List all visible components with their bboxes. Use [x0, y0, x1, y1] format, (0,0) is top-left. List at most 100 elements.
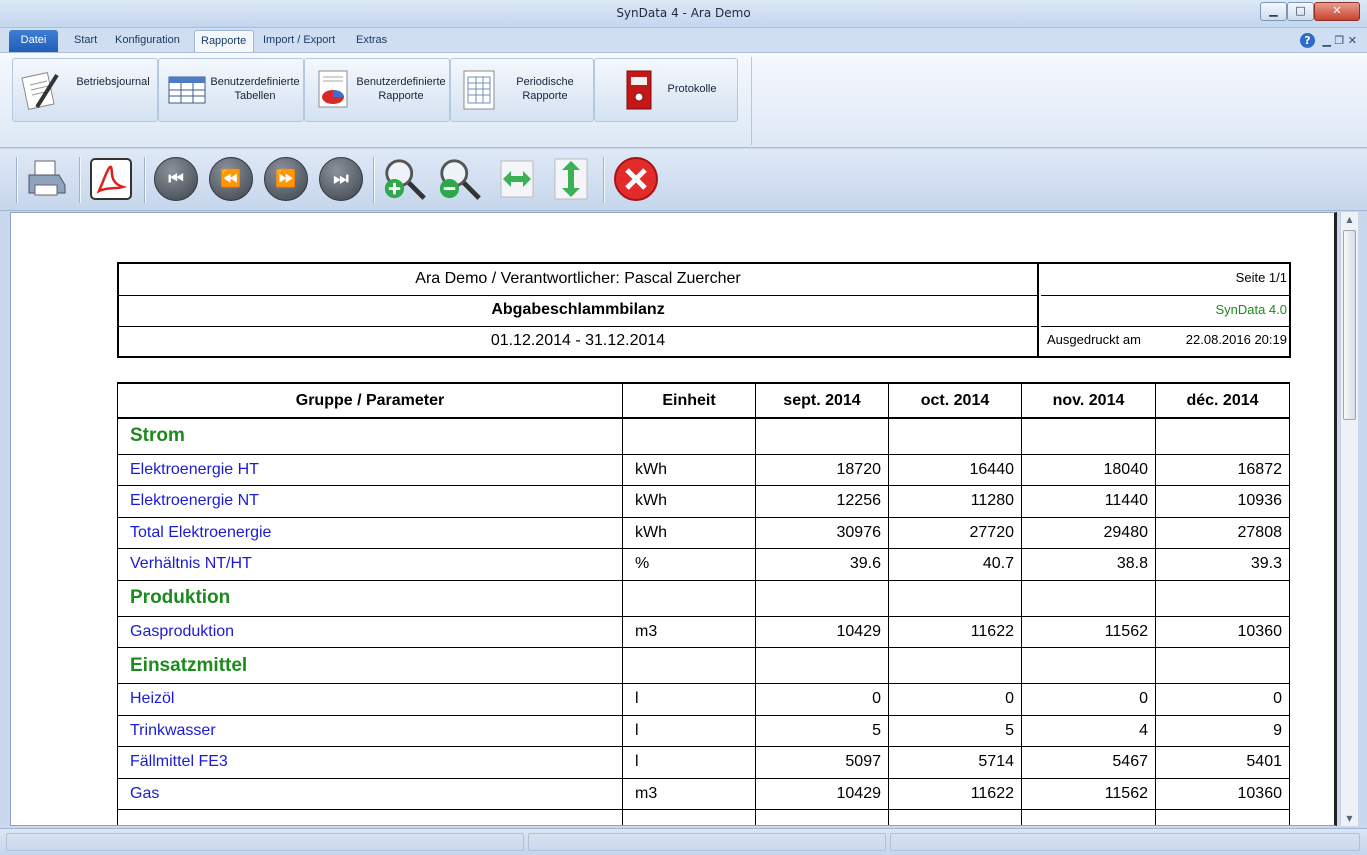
- unit-cell: kWh: [622, 516, 756, 549]
- unit-cell: kWh: [622, 485, 756, 518]
- first-page-icon: ⏮: [154, 157, 198, 201]
- minimize-button[interactable]: ▁: [1260, 2, 1287, 21]
- empty-cell: [1155, 417, 1290, 455]
- menu-window-controls: ? ▁ ❐ ✕: [1299, 33, 1357, 48]
- ribbon-button-periodische-rapporte[interactable]: Periodische Rapporte: [450, 58, 594, 122]
- scroll-down-icon[interactable]: ▼: [1344, 814, 1355, 823]
- empty-cell: [622, 809, 756, 825]
- tab-import-export[interactable]: Import / Export: [257, 30, 341, 52]
- zoom-out-icon: [439, 159, 481, 200]
- fit-height-icon: [554, 158, 588, 200]
- empty-cell: [622, 647, 756, 684]
- status-segment: [890, 833, 1360, 851]
- fit-width-icon: [500, 160, 534, 198]
- value-cell: 11622: [888, 777, 1022, 810]
- ribbon-button-protokolle[interactable]: Protokolle: [594, 58, 738, 122]
- parameter-name: Verhältnis NT/HT: [117, 548, 623, 581]
- group-row: Strom: [117, 417, 1290, 455]
- ribbon-button-benutzerdefinierte-rapporte[interactable]: Benutzerdefinierte Rapporte: [304, 58, 450, 122]
- scroll-up-icon[interactable]: ▲: [1344, 215, 1355, 224]
- tab-extras[interactable]: Extras: [350, 30, 393, 52]
- first-page-button[interactable]: ⏮: [153, 156, 199, 202]
- parameter-name: Trinkwasser: [117, 714, 623, 747]
- printer-icon: [28, 160, 66, 196]
- column-header: sept. 2014: [755, 382, 889, 419]
- parameter-name: Gas: [117, 777, 623, 810]
- value-cell: 5467: [1021, 746, 1156, 779]
- report-viewer[interactable]: Ara Demo / Verantwortlicher: Pascal Zuer…: [10, 212, 1337, 826]
- help-icon[interactable]: ?: [1299, 33, 1315, 48]
- empty-cell: [755, 809, 889, 825]
- empty-cell: [755, 417, 889, 455]
- previous-page-icon: ⏪: [209, 157, 253, 201]
- ribbon-button-betriebsjournal[interactable]: Betriebsjournal: [12, 58, 158, 122]
- title-bar: SynData 4 - Ara Demo ▁ □ ✕: [0, 0, 1367, 28]
- report-page: Seite 1/1: [1041, 264, 1289, 296]
- empty-cell: [888, 579, 1022, 617]
- tab-konfiguration[interactable]: Konfiguration: [109, 30, 186, 52]
- toolbar-separator: [603, 157, 605, 203]
- toolbar-separator: [79, 157, 81, 203]
- value-cell: 5401: [1155, 746, 1290, 779]
- fit-width-button[interactable]: [494, 156, 540, 202]
- parameter-name: Elektroenergie NT: [117, 485, 623, 518]
- close-report-button[interactable]: [613, 156, 659, 202]
- empty-cell: [888, 417, 1022, 455]
- value-cell: 11440: [1021, 485, 1156, 518]
- vertical-scrollbar[interactable]: ▲ ▼: [1340, 212, 1358, 826]
- close-window-button[interactable]: ✕: [1314, 2, 1360, 21]
- empty-cell: [755, 647, 889, 684]
- tab-rapporte[interactable]: Rapporte: [194, 30, 254, 52]
- ribbon-label-benutzerdefinierte-rapporte: Benutzerdefinierte Rapporte: [356, 76, 446, 102]
- unit-cell: %: [622, 548, 756, 581]
- table-row: Gasproduktion m3 10429 11622 11562 10360: [117, 615, 1290, 648]
- value-cell: 16872: [1155, 453, 1290, 486]
- empty-cell: [622, 579, 756, 617]
- previous-page-button[interactable]: ⏪: [208, 156, 254, 202]
- report-period: 01.12.2014 - 31.12.2014: [119, 327, 1039, 356]
- tab-start[interactable]: Start: [68, 30, 103, 52]
- tab-datei[interactable]: Datei: [9, 30, 58, 52]
- ribbon-restore-icon[interactable]: ❐: [1334, 34, 1344, 47]
- group-row: Einsatzmittel: [117, 647, 1290, 684]
- pdf-icon: [90, 158, 132, 200]
- ribbon-label-benutzerdefinierte-tabellen: Benutzerdefinierte Tabellen: [210, 76, 300, 102]
- value-cell: 38.8: [1021, 548, 1156, 581]
- last-page-button[interactable]: ⏭: [318, 156, 364, 202]
- report-software: SynData 4.0: [1041, 296, 1289, 327]
- value-cell: 39.3: [1155, 548, 1290, 581]
- empty-cell: [888, 809, 1022, 825]
- pdf-button[interactable]: [88, 156, 134, 202]
- empty-cell: [755, 579, 889, 617]
- value-cell: 5: [755, 714, 889, 747]
- status-segment: [528, 833, 886, 851]
- value-cell: 10360: [1155, 777, 1290, 810]
- zoom-in-button[interactable]: [382, 156, 428, 202]
- ribbon-label-betriebsjournal: Betriebsjournal: [76, 76, 150, 88]
- group-row: Produktion: [117, 579, 1290, 617]
- empty-cell: [1155, 809, 1290, 825]
- ribbon-close-icon[interactable]: ✕: [1348, 34, 1357, 47]
- fit-height-button[interactable]: [548, 156, 594, 202]
- group-name: Produktion: [117, 579, 623, 617]
- parameter-name: Elektroenergie HT: [117, 453, 623, 486]
- toolbar-separator: [16, 157, 18, 203]
- zoom-out-button[interactable]: [437, 156, 483, 202]
- value-cell: 27808: [1155, 516, 1290, 549]
- print-button[interactable]: [24, 156, 70, 202]
- window-title: SynData 4 - Ara Demo: [616, 6, 751, 20]
- status-bar: [0, 828, 1367, 855]
- next-page-button[interactable]: ⏩: [263, 156, 309, 202]
- printed-value: 22.08.2016 20:19: [1185, 332, 1287, 347]
- empty-cell: [1155, 579, 1290, 617]
- ribbon-minimize-icon[interactable]: ▁: [1322, 34, 1330, 47]
- parameter-name: Gasproduktion: [117, 615, 623, 648]
- maximize-button[interactable]: □: [1287, 2, 1314, 21]
- scroll-thumb[interactable]: [1343, 230, 1356, 420]
- value-cell: 40.7: [888, 548, 1022, 581]
- value-cell: 29480: [1021, 516, 1156, 549]
- ribbon-label-periodische-rapporte: Periodische Rapporte: [516, 76, 574, 102]
- ribbon-button-benutzerdefinierte-tabellen[interactable]: Benutzerdefinierte Tabellen: [158, 58, 304, 122]
- value-cell: 11562: [1021, 615, 1156, 648]
- toolbar-separator: [144, 157, 146, 203]
